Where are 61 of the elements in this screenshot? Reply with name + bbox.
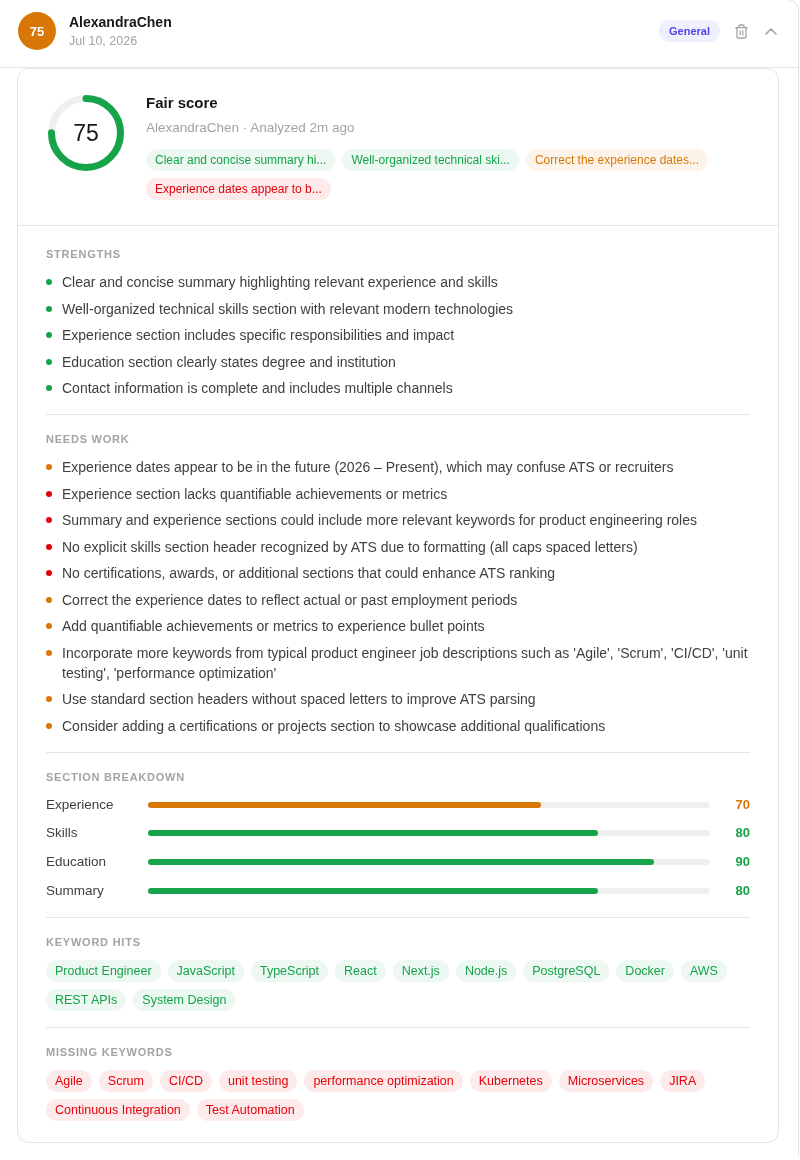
- section-heading: NEEDS WORK: [46, 432, 131, 447]
- feedback-text: Clear and concise summary highlighting relevant experience and skills: [62, 273, 498, 292]
- keyword-chip: Docker: [616, 959, 674, 982]
- keyword-chip: AWS: [680, 959, 727, 982]
- category-label: Education: [46, 852, 108, 871]
- category-score: 90: [734, 852, 750, 871]
- feedback-chip: Clear and concise summary hi...: [146, 149, 336, 171]
- feedback-chip: Experience dates appear to b...: [146, 178, 331, 200]
- section-heading: MISSING KEYWORDS: [46, 1044, 174, 1060]
- keyword-chip: Next.js: [392, 959, 449, 982]
- keyword-chip: Product Engineer: [46, 959, 161, 982]
- feedback-text: No explicit skills section header recognized by ATS due to formatting (all caps spaced letters): [62, 537, 638, 557]
- keyword-chip: PostgreSQL: [523, 959, 610, 982]
- feedback-chip: Correct the experience dates...: [525, 149, 708, 171]
- keyword-chip: performance optimization: [304, 1069, 463, 1092]
- feedback-text: Experience section includes specific responsibilities and impact: [62, 326, 455, 345]
- score-title: Fair score: [146, 93, 219, 113]
- category-score: 70: [734, 795, 750, 814]
- candidate-name: AlexandraChen: [69, 12, 172, 31]
- category-score: 80: [734, 824, 750, 843]
- keyword-chip: TypeScript: [250, 959, 328, 982]
- feedback-text: Well-organized technical skills section with relevant modern technologies: [62, 299, 514, 319]
- category-label: Skills: [46, 824, 79, 843]
- feedback-text: Education section clearly states degree and institution: [62, 352, 396, 372]
- feedback-text: Incorporate more keywords from typical product engineer job descriptions such as 'Agile', 'Scrum', 'CI/CD', 'unit testing', 'performance optimization': [62, 643, 749, 683]
- feedback-text: Consider adding a certifications or projects section to showcase additional qualifications: [62, 716, 606, 736]
- keyword-chip: unit testing: [218, 1069, 298, 1092]
- feedback-text: Summary and experience sections could include more relevant keywords for product engineering roles: [62, 511, 697, 530]
- feedback-text: Experience section lacks quantifiable achievements or metrics: [62, 484, 448, 504]
- feedback-chip: Well-organized technical ski...: [342, 149, 519, 171]
- keyword-chip: JavaScript: [167, 959, 244, 982]
- feedback-text: Correct the experience dates to reflect actual or past employment periods: [62, 590, 518, 610]
- keyword-chip: Microservices: [558, 1069, 654, 1092]
- feedback-text: Contact information is complete and includes multiple channels: [62, 379, 453, 398]
- category-tag: General: [659, 20, 720, 42]
- score-value: 75: [72, 119, 100, 147]
- keyword-chip: CI/CD: [159, 1069, 212, 1092]
- category-label: Summary: [46, 881, 105, 900]
- feedback-text: No certifications, awards, or additional sections that could enhance ATS ranking: [62, 564, 556, 583]
- score-subtitle: AlexandraChen · Analyzed 2m ago: [146, 119, 356, 137]
- section-heading: KEYWORD HITS: [46, 934, 142, 950]
- feedback-text: Add quantifiable achievements or metrics to experience bullet points: [62, 617, 485, 636]
- keyword-chip: JIRA: [660, 1069, 706, 1092]
- keyword-chip: Agile: [46, 1069, 92, 1092]
- section-heading: STRENGTHS: [46, 247, 122, 262]
- keyword-chip: Kubernetes: [469, 1069, 552, 1092]
- keyword-chip: Node.js: [455, 959, 517, 982]
- keyword-chip: REST APIs: [46, 988, 127, 1011]
- feedback-text: Use standard section headers without spaced letters to improve ATS parsing: [62, 690, 536, 709]
- score-avatar: 75: [18, 12, 56, 50]
- feedback-text: Experience dates appear to be in the future (2026 – Present), which may confuse ATS or recruiters: [62, 458, 674, 477]
- section-heading: SECTION BREAKDOWN: [46, 769, 186, 785]
- keyword-chip: Scrum: [98, 1069, 153, 1092]
- category-label: Experience: [46, 795, 115, 814]
- trash-icon: [735, 23, 748, 39]
- keyword-chip: React: [335, 959, 386, 982]
- analysis-date: Jul 10, 2026: [69, 32, 139, 50]
- category-score: 80: [734, 881, 750, 900]
- keyword-chip: System Design: [133, 988, 236, 1011]
- keyword-chip: Test Automation: [196, 1098, 304, 1121]
- keyword-chip: Continuous Integration: [46, 1098, 190, 1121]
